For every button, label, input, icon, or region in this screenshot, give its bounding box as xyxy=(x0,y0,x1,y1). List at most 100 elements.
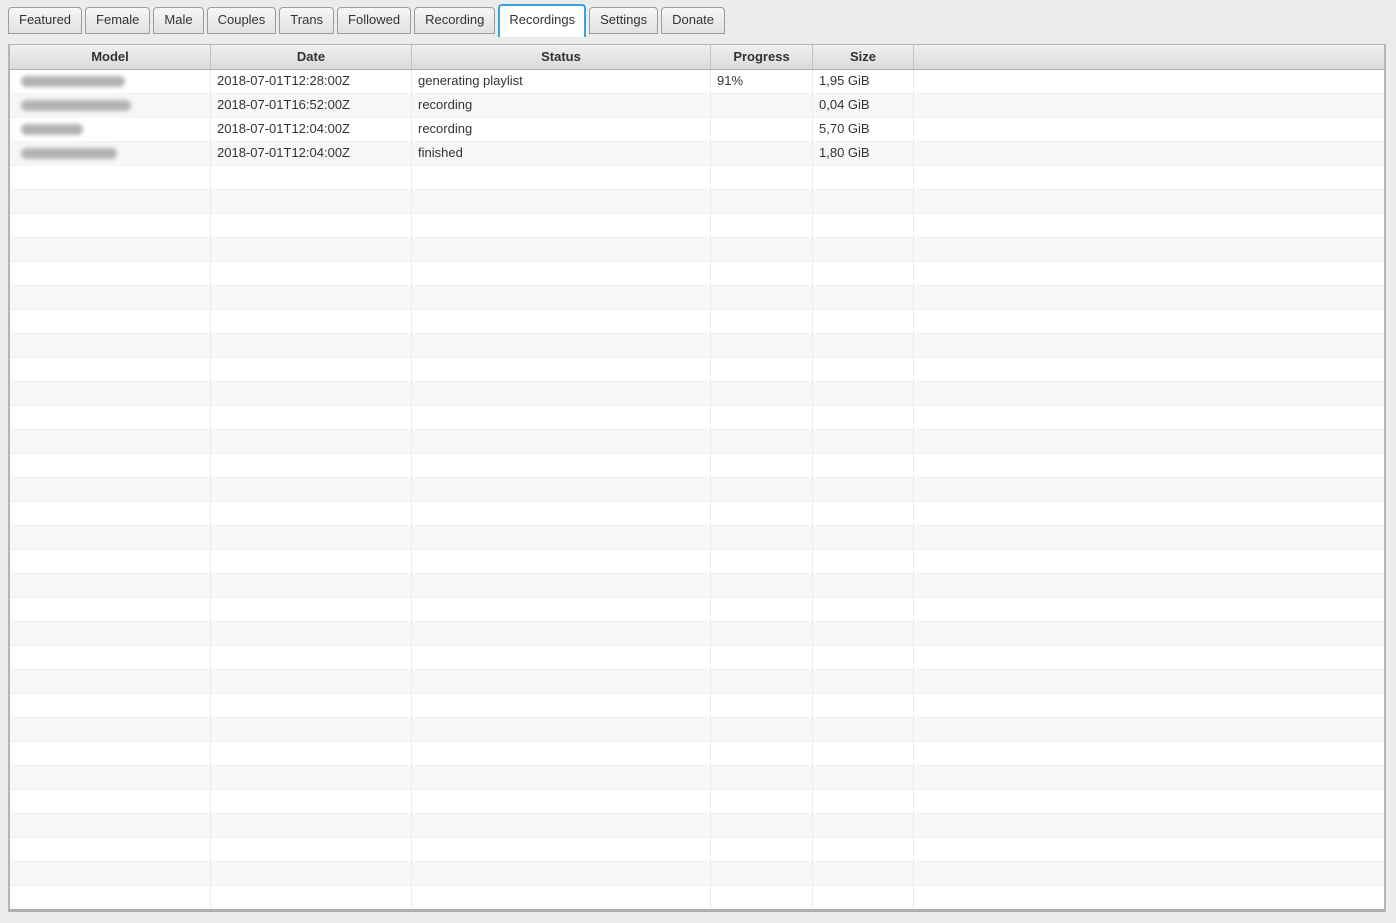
cell-date: 2018-07-01T12:28:00Z xyxy=(211,70,412,94)
column-header-size[interactable]: Size xyxy=(813,45,914,69)
cell-progress xyxy=(711,646,813,670)
cell-status xyxy=(412,766,711,790)
table-row[interactable] xyxy=(10,406,1384,430)
table-row[interactable] xyxy=(10,190,1384,214)
table-row[interactable] xyxy=(10,574,1384,598)
table-row[interactable] xyxy=(10,718,1384,742)
table-row[interactable] xyxy=(10,286,1384,310)
tab-female[interactable]: Female xyxy=(85,7,150,34)
table-row[interactable]: 2018-07-01T12:04:00Zfinished1,80 GiB xyxy=(10,142,1384,166)
cell-date: 2018-07-01T12:04:00Z xyxy=(211,118,412,142)
table-row[interactable] xyxy=(10,862,1384,886)
table-row[interactable] xyxy=(10,646,1384,670)
tab-donate[interactable]: Donate xyxy=(661,7,725,34)
cell-filler xyxy=(914,142,1384,166)
cell-status xyxy=(412,790,711,814)
table-row[interactable] xyxy=(10,838,1384,862)
table-row[interactable] xyxy=(10,334,1384,358)
cell-size xyxy=(813,598,914,622)
tab-trans[interactable]: Trans xyxy=(279,7,334,34)
table-row[interactable] xyxy=(10,454,1384,478)
cell-status xyxy=(412,478,711,502)
cell-status xyxy=(412,286,711,310)
table-row[interactable] xyxy=(10,526,1384,550)
table-row[interactable] xyxy=(10,430,1384,454)
table-row[interactable] xyxy=(10,694,1384,718)
cell-status xyxy=(412,742,711,766)
table-row[interactable] xyxy=(10,478,1384,502)
cell-progress xyxy=(711,790,813,814)
cell-status xyxy=(412,694,711,718)
table-row[interactable] xyxy=(10,262,1384,286)
table-row[interactable] xyxy=(10,766,1384,790)
table-row[interactable] xyxy=(10,670,1384,694)
table-row[interactable]: 2018-07-01T12:28:00Zgenerating playlist9… xyxy=(10,70,1384,94)
cell-size xyxy=(813,670,914,694)
tab-recording[interactable]: Recording xyxy=(414,7,495,34)
cell-progress xyxy=(711,358,813,382)
cell-progress xyxy=(711,262,813,286)
cell-status xyxy=(412,574,711,598)
cell-date xyxy=(211,646,412,670)
cell-size xyxy=(813,622,914,646)
table-row[interactable] xyxy=(10,598,1384,622)
cell-status xyxy=(412,430,711,454)
cell-date xyxy=(211,526,412,550)
cell-filler xyxy=(914,238,1384,262)
table-row[interactable] xyxy=(10,814,1384,838)
table-row[interactable] xyxy=(10,742,1384,766)
table-row[interactable]: 2018-07-01T12:04:00Zrecording5,70 GiB xyxy=(10,118,1384,142)
cell-progress xyxy=(711,622,813,646)
cell-filler xyxy=(914,358,1384,382)
tab-followed[interactable]: Followed xyxy=(337,7,411,34)
column-header-date[interactable]: Date xyxy=(211,45,412,69)
cell-size xyxy=(813,214,914,238)
table-row[interactable] xyxy=(10,238,1384,262)
table-row[interactable] xyxy=(10,358,1384,382)
cell-status xyxy=(412,670,711,694)
table-row[interactable] xyxy=(10,550,1384,574)
column-header-progress[interactable]: Progress xyxy=(711,45,813,69)
cell-progress: 91% xyxy=(711,70,813,94)
cell-progress xyxy=(711,718,813,742)
cell-filler xyxy=(914,454,1384,478)
cell-model xyxy=(10,190,211,214)
table-header-row: Model Date Status Progress Size xyxy=(10,45,1384,70)
column-header-model[interactable]: Model xyxy=(10,45,211,69)
cell-progress xyxy=(711,598,813,622)
cell-size xyxy=(813,766,914,790)
cell-status xyxy=(412,862,711,886)
cell-size xyxy=(813,310,914,334)
cell-status xyxy=(412,526,711,550)
table-row[interactable] xyxy=(10,166,1384,190)
table-row[interactable] xyxy=(10,310,1384,334)
cell-model xyxy=(10,790,211,814)
tab-male[interactable]: Male xyxy=(153,7,203,34)
table-row[interactable]: 2018-07-01T16:52:00Zrecording0,04 GiB xyxy=(10,94,1384,118)
cell-date xyxy=(211,358,412,382)
cell-model xyxy=(10,766,211,790)
cell-filler xyxy=(914,94,1384,118)
table-row[interactable] xyxy=(10,622,1384,646)
table-row[interactable] xyxy=(10,502,1384,526)
column-header-status[interactable]: Status xyxy=(412,45,711,69)
cell-date xyxy=(211,694,412,718)
table-row[interactable] xyxy=(10,886,1384,910)
tab-settings[interactable]: Settings xyxy=(589,7,658,34)
cell-progress xyxy=(711,286,813,310)
cell-progress xyxy=(711,238,813,262)
cell-date xyxy=(211,166,412,190)
cell-progress xyxy=(711,502,813,526)
cell-model xyxy=(10,574,211,598)
tab-recordings[interactable]: Recordings xyxy=(498,4,586,37)
table-row[interactable] xyxy=(10,214,1384,238)
cell-date xyxy=(211,718,412,742)
cell-date xyxy=(211,286,412,310)
cell-date: 2018-07-01T12:04:00Z xyxy=(211,142,412,166)
table-row[interactable] xyxy=(10,382,1384,406)
cell-date xyxy=(211,214,412,238)
tab-featured[interactable]: Featured xyxy=(8,7,82,34)
tab-couples[interactable]: Couples xyxy=(207,7,277,34)
cell-filler xyxy=(914,670,1384,694)
table-row[interactable] xyxy=(10,790,1384,814)
